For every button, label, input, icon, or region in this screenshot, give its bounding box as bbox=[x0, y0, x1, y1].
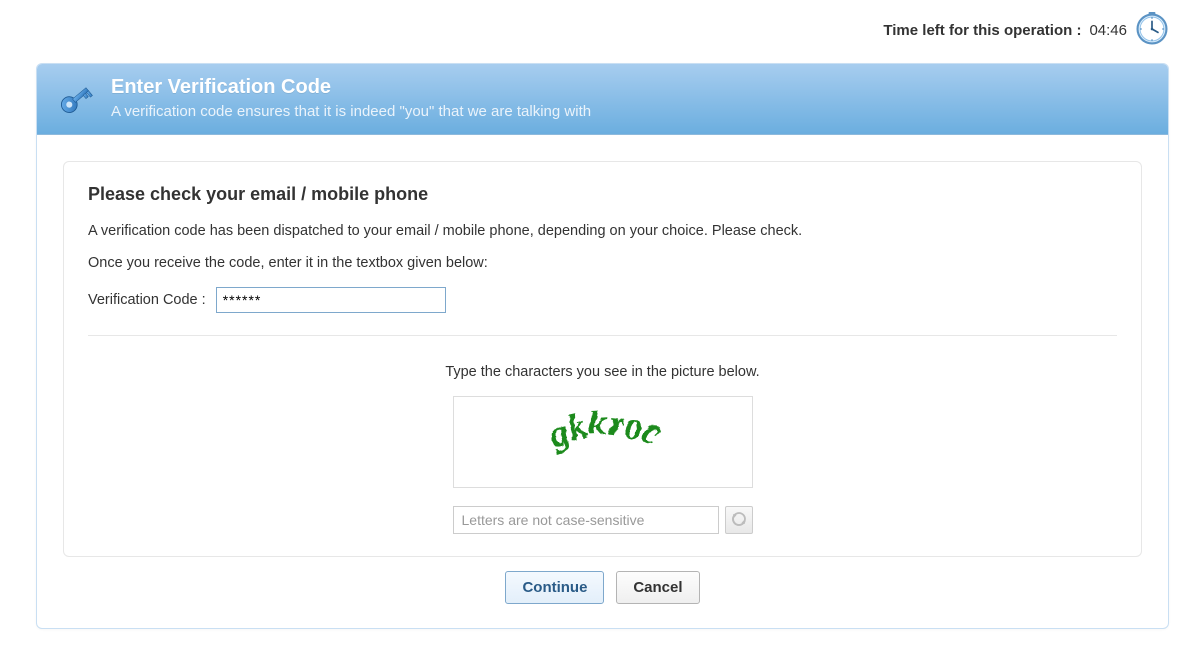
panel-subtitle: A verification code ensures that it is i… bbox=[111, 103, 591, 120]
refresh-icon bbox=[731, 511, 747, 530]
panel-body: Please check your email / mobile phone A… bbox=[37, 135, 1168, 628]
continue-button[interactable]: Continue bbox=[505, 571, 604, 604]
timer-bar: Time left for this operation : 04:46 bbox=[0, 0, 1187, 59]
dispatched-text: A verification code has been dispatched … bbox=[88, 223, 1117, 239]
timer-label: Time left for this operation : bbox=[883, 22, 1081, 39]
panel-header-text: Enter Verification Code A verification c… bbox=[111, 76, 591, 120]
key-icon bbox=[55, 78, 97, 120]
captcha-text: gkkroc bbox=[539, 401, 665, 454]
code-label: Verification Code : bbox=[88, 292, 206, 308]
button-row: Continue Cancel bbox=[63, 557, 1142, 618]
verification-code-input[interactable] bbox=[216, 287, 446, 313]
receive-text: Once you receive the code, enter it in t… bbox=[88, 255, 1117, 271]
verification-panel: Enter Verification Code A verification c… bbox=[36, 63, 1169, 629]
captcha-input[interactable] bbox=[453, 506, 719, 534]
panel-title: Enter Verification Code bbox=[111, 76, 591, 99]
divider bbox=[88, 335, 1117, 336]
card-heading: Please check your email / mobile phone bbox=[88, 184, 1117, 205]
captcha-section: Type the characters you see in the pictu… bbox=[88, 364, 1117, 534]
verification-card: Please check your email / mobile phone A… bbox=[63, 161, 1142, 557]
panel-header: Enter Verification Code A verification c… bbox=[37, 64, 1168, 135]
cancel-button[interactable]: Cancel bbox=[616, 571, 699, 604]
clock-icon bbox=[1135, 12, 1169, 49]
code-row: Verification Code : bbox=[88, 287, 1117, 313]
captcha-image: gkkroc bbox=[453, 396, 753, 488]
captcha-input-row bbox=[453, 506, 753, 534]
captcha-instruction: Type the characters you see in the pictu… bbox=[88, 364, 1117, 380]
captcha-refresh-button[interactable] bbox=[725, 506, 753, 534]
timer-value: 04:46 bbox=[1089, 22, 1127, 39]
svg-text:gkkroc: gkkroc bbox=[539, 401, 665, 454]
